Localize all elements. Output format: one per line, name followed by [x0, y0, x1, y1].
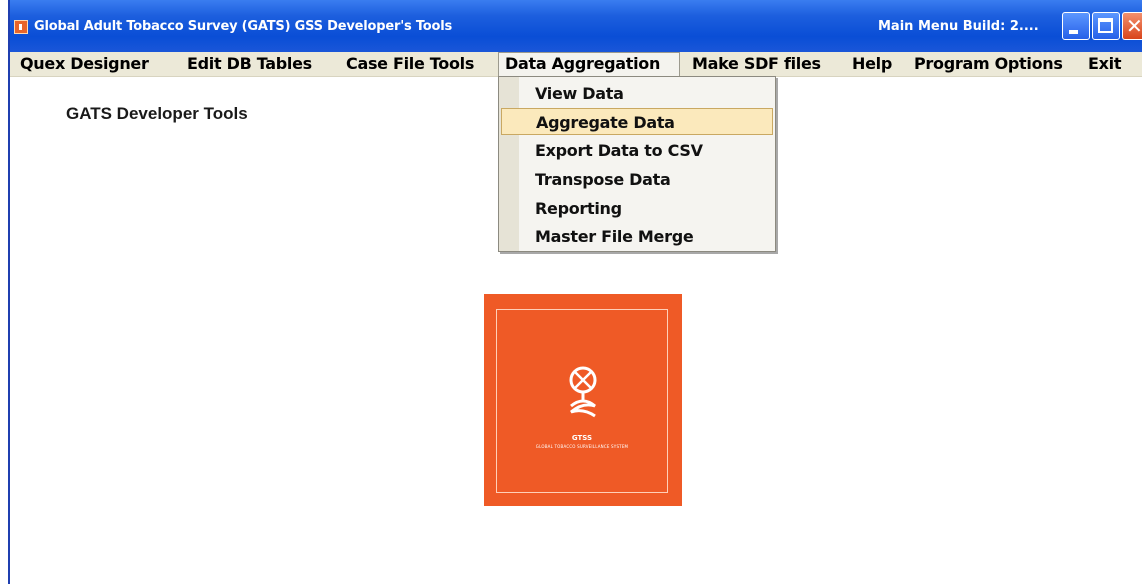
menu-quex-designer[interactable]: Quex Designer	[14, 52, 155, 76]
menu-program-options[interactable]: Program Options	[908, 52, 1069, 76]
close-icon: ✕	[1126, 14, 1142, 38]
window-title: Global Adult Tobacco Survey (GATS) GSS D…	[34, 19, 453, 34]
menu-item-reporting[interactable]: Reporting	[501, 195, 773, 222]
logo-frame: GTSS GLOBAL TOBACCO SURVEILLANCE SYSTEM	[496, 309, 668, 493]
data-aggregation-menu: View Data Aggregate Data Export Data to …	[498, 76, 776, 252]
menu-edit-db-tables[interactable]: Edit DB Tables	[181, 52, 318, 76]
menu-exit[interactable]: Exit	[1082, 52, 1127, 76]
logo-name: GTSS	[571, 434, 593, 442]
app-window: Global Adult Tobacco Survey (GATS) GSS D…	[8, 0, 1142, 584]
menu-item-aggregate-data[interactable]: Aggregate Data	[501, 108, 773, 135]
maximize-icon	[1098, 18, 1113, 33]
menu-help[interactable]: Help	[846, 52, 898, 76]
build-label: Main Menu Build: 2....	[878, 19, 1039, 34]
title-bar[interactable]: Global Adult Tobacco Survey (GATS) GSS D…	[10, 0, 1142, 52]
minimize-icon	[1069, 30, 1078, 34]
maximize-button[interactable]	[1092, 12, 1120, 40]
menu-item-view-data[interactable]: View Data	[501, 80, 773, 107]
globe-icon	[569, 366, 597, 418]
menu-bar: Quex Designer Edit DB Tables Case File T…	[10, 52, 1142, 77]
app-icon[interactable]	[14, 20, 28, 34]
gtss-logo: GTSS GLOBAL TOBACCO SURVEILLANCE SYSTEM	[484, 294, 682, 506]
menu-make-sdf-files[interactable]: Make SDF files	[686, 52, 827, 76]
menu-item-transpose-data[interactable]: Transpose Data	[501, 166, 773, 193]
menu-case-file-tools[interactable]: Case File Tools	[340, 52, 480, 76]
page-title: GATS Developer Tools	[66, 104, 248, 123]
logo-subtitle: GLOBAL TOBACCO SURVEILLANCE SYSTEM	[535, 444, 629, 449]
menu-data-aggregation[interactable]: Data Aggregation	[498, 52, 680, 76]
minimize-button[interactable]	[1062, 12, 1090, 40]
close-button[interactable]: ✕	[1122, 12, 1142, 40]
menu-item-export-data-csv[interactable]: Export Data to CSV	[501, 137, 773, 164]
menu-item-master-file-merge[interactable]: Master File Merge	[501, 223, 773, 250]
